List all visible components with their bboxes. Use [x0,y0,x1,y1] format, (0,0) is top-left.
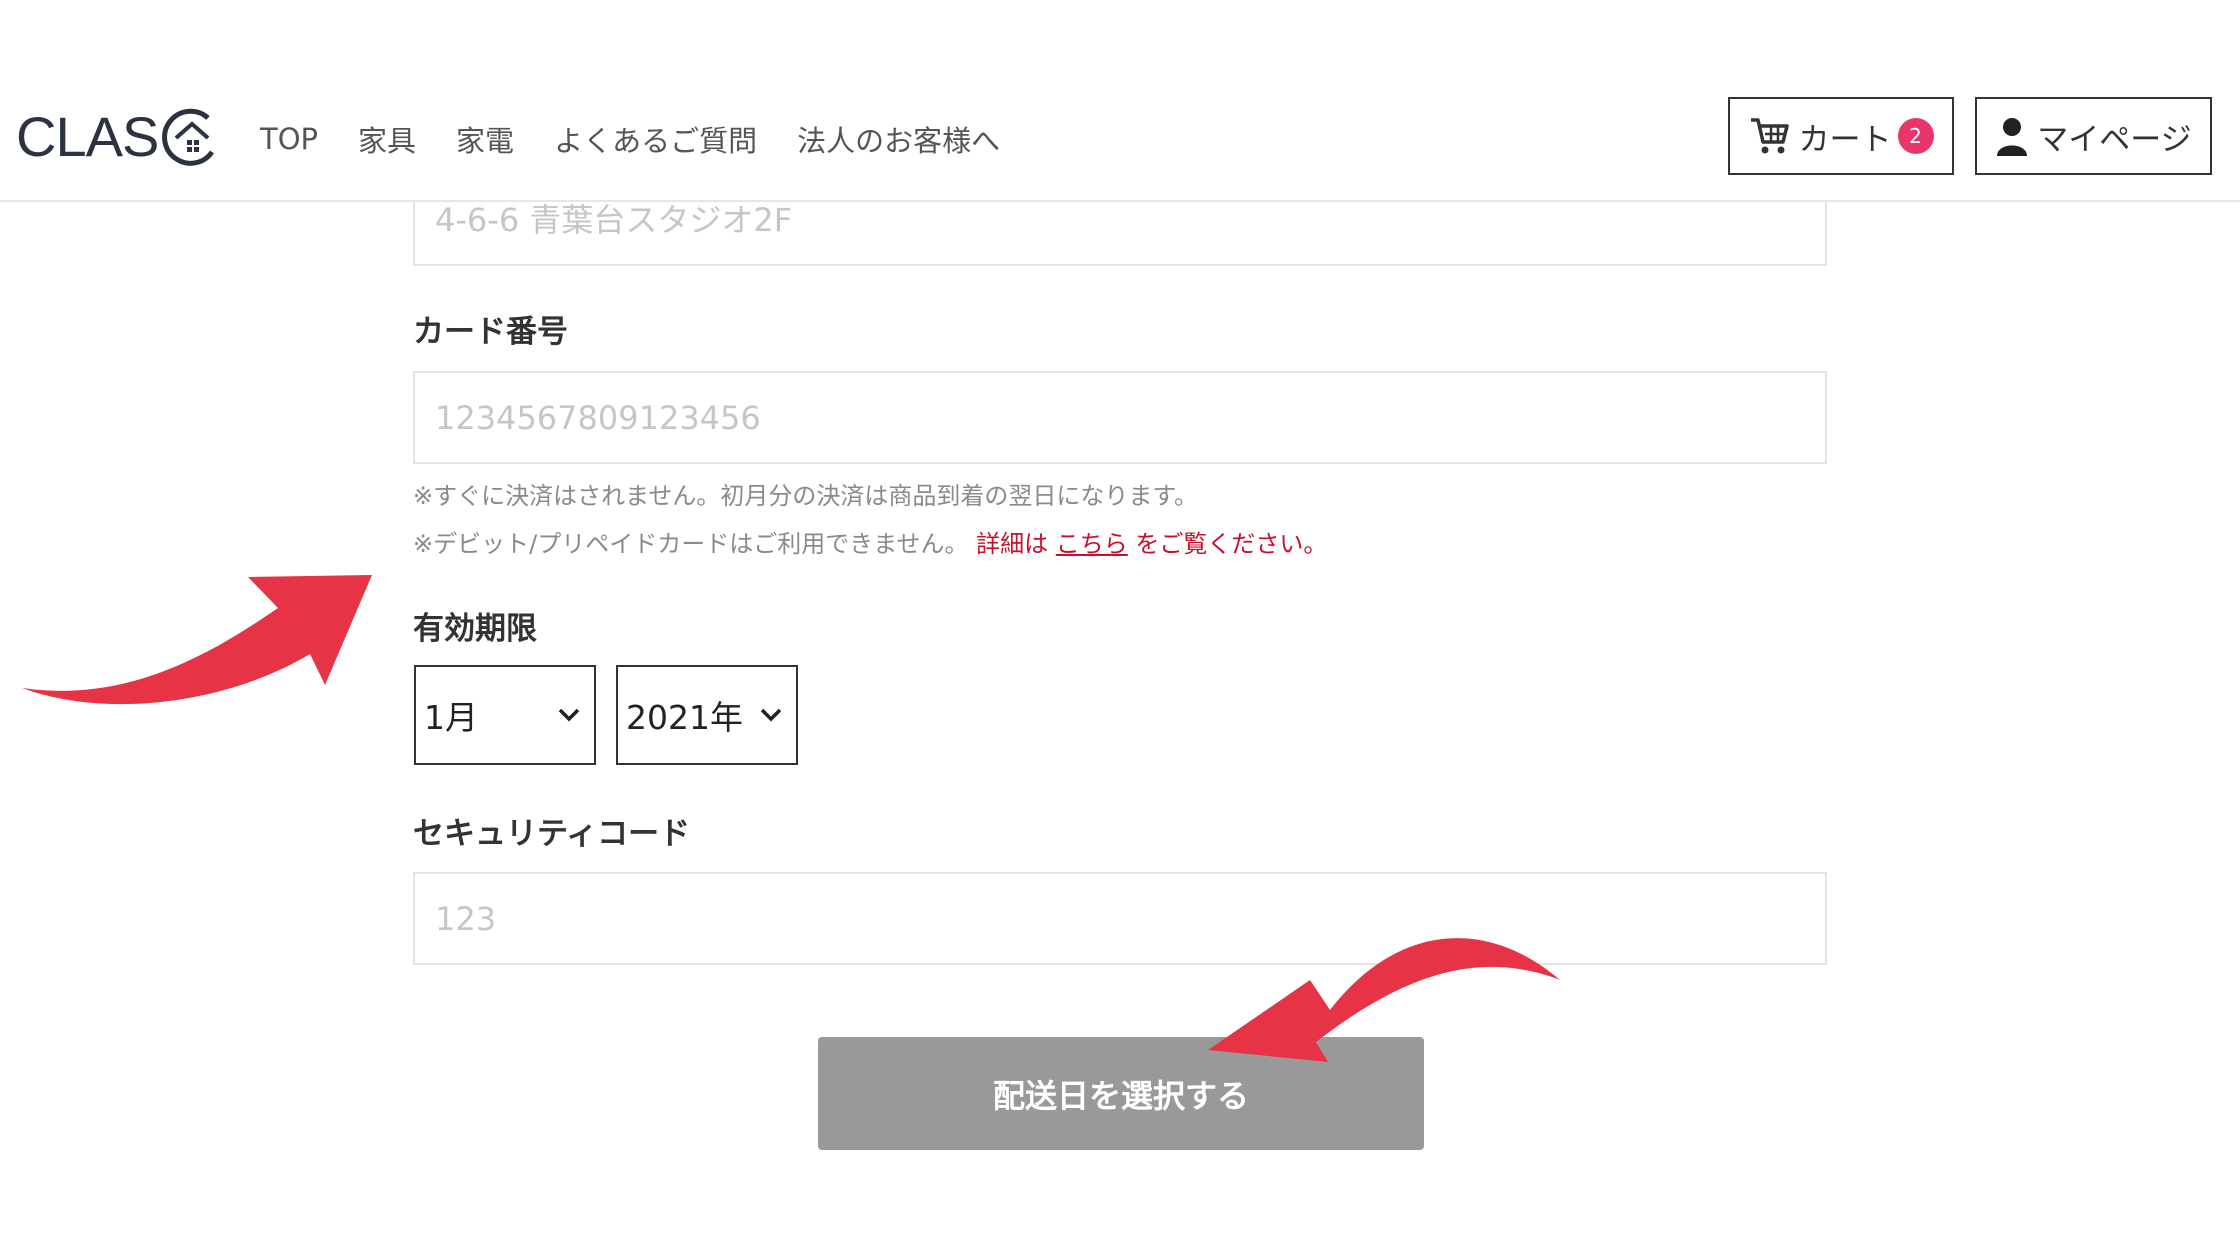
chevron-down-icon [558,708,580,722]
chevron-down-icon [760,708,782,722]
card-number-label: カード番号 [413,314,568,350]
debit-card-note: ※デビット/プリペイドカードはご利用できません。 詳細は こちら をご覧ください… [413,524,1327,559]
cart-icon [1749,116,1791,156]
logo-text: CLAS [16,105,159,168]
nav-item-appliances[interactable]: 家電 [456,118,514,160]
select-delivery-date-button[interactable]: 配送日を選択する [818,1037,1424,1150]
debit-note-text: ※デビット/プリペイドカードはご利用できません。 [413,530,969,558]
cart-button[interactable]: カート 2 [1728,97,1954,175]
nav-item-faq[interactable]: よくあるご質問 [554,118,757,160]
detail-text: 詳細は [976,530,1049,558]
security-code-label: セキュリティコード [413,816,691,852]
nav-item-corporate[interactable]: 法人のお客様へ [797,118,1000,160]
nav-item-top[interactable]: TOP [260,122,318,156]
nav-item-furniture[interactable]: 家具 [358,118,416,160]
month-value: 1月 [424,698,478,737]
mypage-button[interactable]: マイページ [1975,97,2212,175]
cart-count-badge: 2 [1897,118,1934,154]
expiry-year-select[interactable]: 2021年 [616,665,798,765]
expiry-label: 有効期限 [413,611,537,647]
card-number-input[interactable]: 1234567809123456 [413,371,1827,464]
logo-house-icon [162,108,215,166]
expiry-month-select[interactable]: 1月 [414,665,596,765]
details-link[interactable]: こちら [1056,530,1128,558]
main-nav: TOP 家具 家電 よくあるご質問 法人のお客様へ [260,118,1040,160]
year-value: 2021年 [626,698,743,737]
cart-label: カート [1798,121,1892,158]
mypage-label: マイページ [2037,121,2192,158]
site-logo[interactable]: CLAS [16,102,222,172]
page: CLAS TOP 家具 家電 よくあるご質問 法人のお客様へ カート 2 マイペ… [0,0,2240,1260]
detail-suffix: をご覧ください。 [1135,530,1328,558]
security-code-input[interactable]: 123 [413,872,1827,965]
site-header: CLAS TOP 家具 家電 よくあるご質問 法人のお客様へ カート 2 マイペ… [0,0,2240,202]
left-arrow-icon [22,575,372,705]
payment-note: ※すぐに決済はされません。初月分の決済は商品到着の翌日になります。 [413,482,1198,510]
user-icon [1995,116,2029,156]
